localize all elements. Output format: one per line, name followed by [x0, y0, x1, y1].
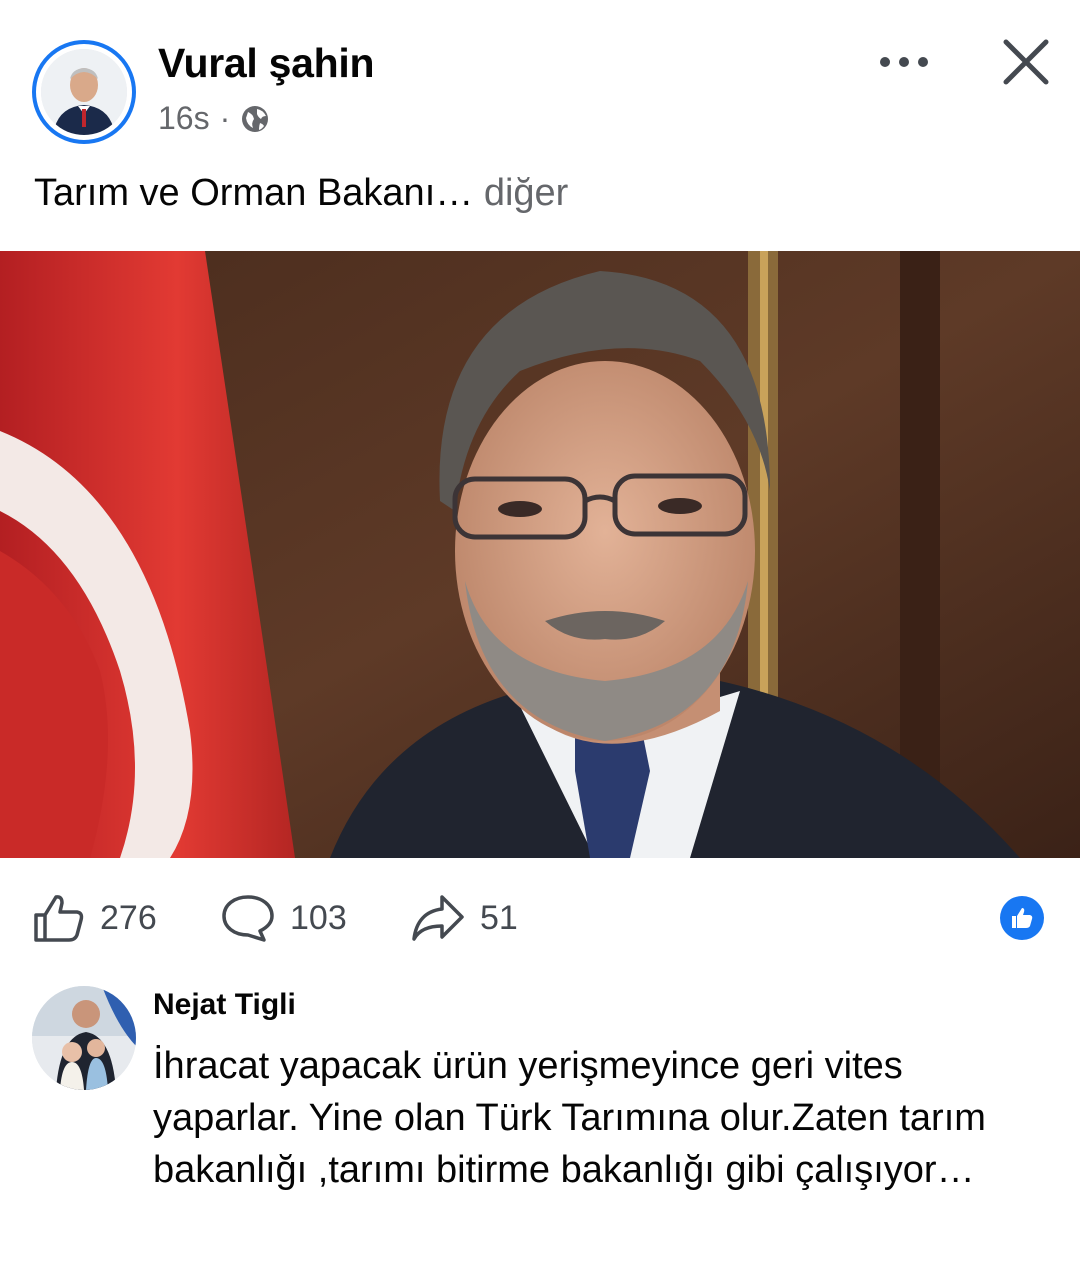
post-meta: 16s · — [158, 100, 270, 137]
globe-icon — [242, 105, 269, 132]
author-avatar[interactable] — [32, 40, 136, 144]
close-icon — [1003, 39, 1049, 85]
commenter-name[interactable]: Nejat Tigli — [153, 988, 296, 1022]
comment-bubble-icon — [222, 895, 274, 942]
post-photo[interactable] — [0, 251, 1080, 858]
like-action[interactable]: 276 — [32, 893, 157, 943]
commenter-avatar[interactable] — [32, 986, 136, 1090]
author-name[interactable]: Vural şahin — [158, 40, 375, 87]
meta-separator: · — [219, 100, 231, 136]
reaction-like-badge[interactable] — [1000, 896, 1044, 940]
share-arrow-icon — [412, 895, 464, 941]
post-caption: Tarım ve Orman Bakanı… diğer — [34, 172, 568, 215]
caption-text: Tarım ve Orman Bakanı… — [34, 172, 474, 214]
comment-action[interactable]: 103 — [220, 893, 347, 943]
like-reaction-icon — [1012, 908, 1033, 928]
author-avatar-image — [41, 49, 127, 135]
share-count: 51 — [480, 898, 518, 937]
thumbs-up-icon — [34, 895, 84, 942]
more-options-button[interactable] — [876, 44, 932, 80]
more-dots-icon — [880, 57, 928, 67]
post-time[interactable]: 16s — [158, 100, 210, 137]
comment-count: 103 — [290, 898, 347, 937]
see-more-link[interactable]: diğer — [484, 172, 569, 214]
comment-text: İhracat yapacak ürün yerişmeyince geri v… — [153, 1045, 986, 1191]
share-action[interactable]: 51 — [410, 893, 518, 943]
like-count: 276 — [100, 898, 157, 937]
post-photo-image — [0, 251, 1080, 858]
close-button[interactable] — [1000, 36, 1052, 88]
commenter-avatar-image — [32, 986, 136, 1090]
